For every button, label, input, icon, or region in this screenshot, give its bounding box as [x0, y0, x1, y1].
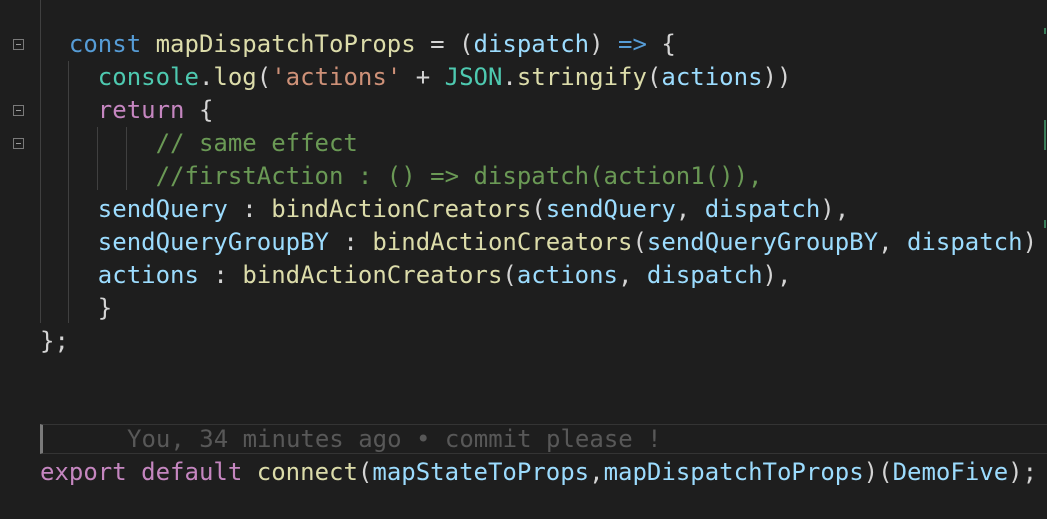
code-token: = (	[415, 30, 474, 58]
code-token: bindActionCreators	[242, 261, 503, 289]
code-line[interactable]: return {	[40, 94, 214, 127]
code-token: :	[198, 261, 243, 289]
code-editor[interactable]: const mapDispatchToProps = (dispatch) =>…	[0, 0, 1047, 519]
git-blame-annotation: You, 34 minutes ago • commit please !	[127, 425, 662, 453]
code-token: return	[97, 96, 185, 124]
code-token: connect	[256, 458, 358, 486]
code-token: (	[646, 63, 662, 91]
code-token: ,	[675, 195, 705, 223]
code-token: }	[97, 294, 113, 322]
editor-gutter	[0, 0, 34, 519]
code-token: (	[502, 261, 517, 289]
code-line[interactable]: // same effect	[40, 127, 358, 160]
code-token: )	[1022, 228, 1038, 256]
code-token: dispatch	[704, 195, 821, 223]
code-token: stringify	[516, 63, 647, 91]
code-token: DemoFive	[892, 458, 1009, 486]
scrollbar-change-marker	[1044, 120, 1046, 150]
code-token: dispatch	[473, 30, 590, 58]
code-line[interactable]: export default connect(mapStateToProps,m…	[40, 456, 1037, 489]
code-token: =>	[618, 30, 647, 58]
code-token: .	[502, 63, 517, 91]
fold-collapse-icon[interactable]	[13, 138, 24, 149]
code-line[interactable]: actions : bindActionCreators(actions, di…	[40, 259, 792, 292]
code-token: (	[357, 458, 373, 486]
code-token: const	[68, 30, 142, 58]
code-token: mapDispatchToProps	[155, 30, 416, 58]
code-token: default	[141, 458, 243, 486]
code-comment: // same effect	[155, 129, 358, 157]
code-token: sendQuery	[545, 195, 676, 223]
code-comment: //firstAction : () => dispatch(action1()…	[155, 162, 763, 190]
code-token: 'actions'	[271, 63, 402, 91]
code-line[interactable]: console.log('actions' + JSON.stringify(a…	[40, 61, 792, 94]
code-token: mapDispatchToProps	[603, 458, 864, 486]
code-token: actions	[661, 63, 763, 91]
code-token: };	[40, 327, 69, 355]
code-token: {	[184, 96, 214, 124]
code-token: ),	[762, 261, 792, 289]
code-token: {	[646, 30, 676, 58]
code-token: )	[589, 30, 618, 58]
code-token: ,	[878, 228, 907, 256]
code-token: :	[328, 228, 373, 256]
scrollbar-change-marker	[1044, 28, 1046, 34]
code-token: console	[97, 63, 199, 91]
code-token: log	[213, 63, 257, 91]
code-token: dispatch	[906, 228, 1023, 256]
code-line[interactable]: const mapDispatchToProps = (dispatch) =>…	[40, 28, 676, 61]
fold-collapse-icon[interactable]	[13, 105, 24, 116]
code-line[interactable]: };	[40, 325, 69, 358]
code-token: ,	[618, 261, 647, 289]
code-token: .	[198, 63, 214, 91]
code-line[interactable]: //firstAction : () => dispatch(action1()…	[40, 160, 763, 193]
code-token: actions	[97, 261, 199, 289]
code-token: sendQueryGroupBY	[646, 228, 879, 256]
fold-collapse-icon[interactable]	[13, 39, 24, 50]
code-token: ,	[589, 458, 604, 486]
code-token: actions	[516, 261, 619, 289]
code-token: );	[1008, 458, 1038, 486]
code-line[interactable]: sendQuery : bindActionCreators(sendQuery…	[40, 193, 849, 226]
code-token: (	[632, 228, 647, 256]
code-token: (	[531, 195, 546, 223]
code-token: (	[256, 63, 272, 91]
code-token: +	[401, 63, 445, 91]
code-token: bindActionCreators	[271, 195, 532, 223]
code-line[interactable]: sendQueryGroupBY : bindActionCreators(se…	[40, 226, 1037, 259]
code-token: ),	[820, 195, 850, 223]
code-token: :	[227, 195, 272, 223]
code-token: bindActionCreators	[372, 228, 633, 256]
code-token: JSON	[444, 63, 503, 91]
code-token: sendQuery	[97, 195, 228, 223]
code-token: sendQueryGroupBY	[97, 228, 329, 256]
code-token: dispatch	[646, 261, 763, 289]
code-line[interactable]: }	[40, 292, 112, 325]
scrollbar-change-marker	[1044, 220, 1046, 228]
code-token: mapStateToProps	[372, 458, 590, 486]
code-token: export	[40, 458, 127, 486]
code-token: )(	[863, 458, 893, 486]
code-token: ))	[762, 63, 792, 91]
